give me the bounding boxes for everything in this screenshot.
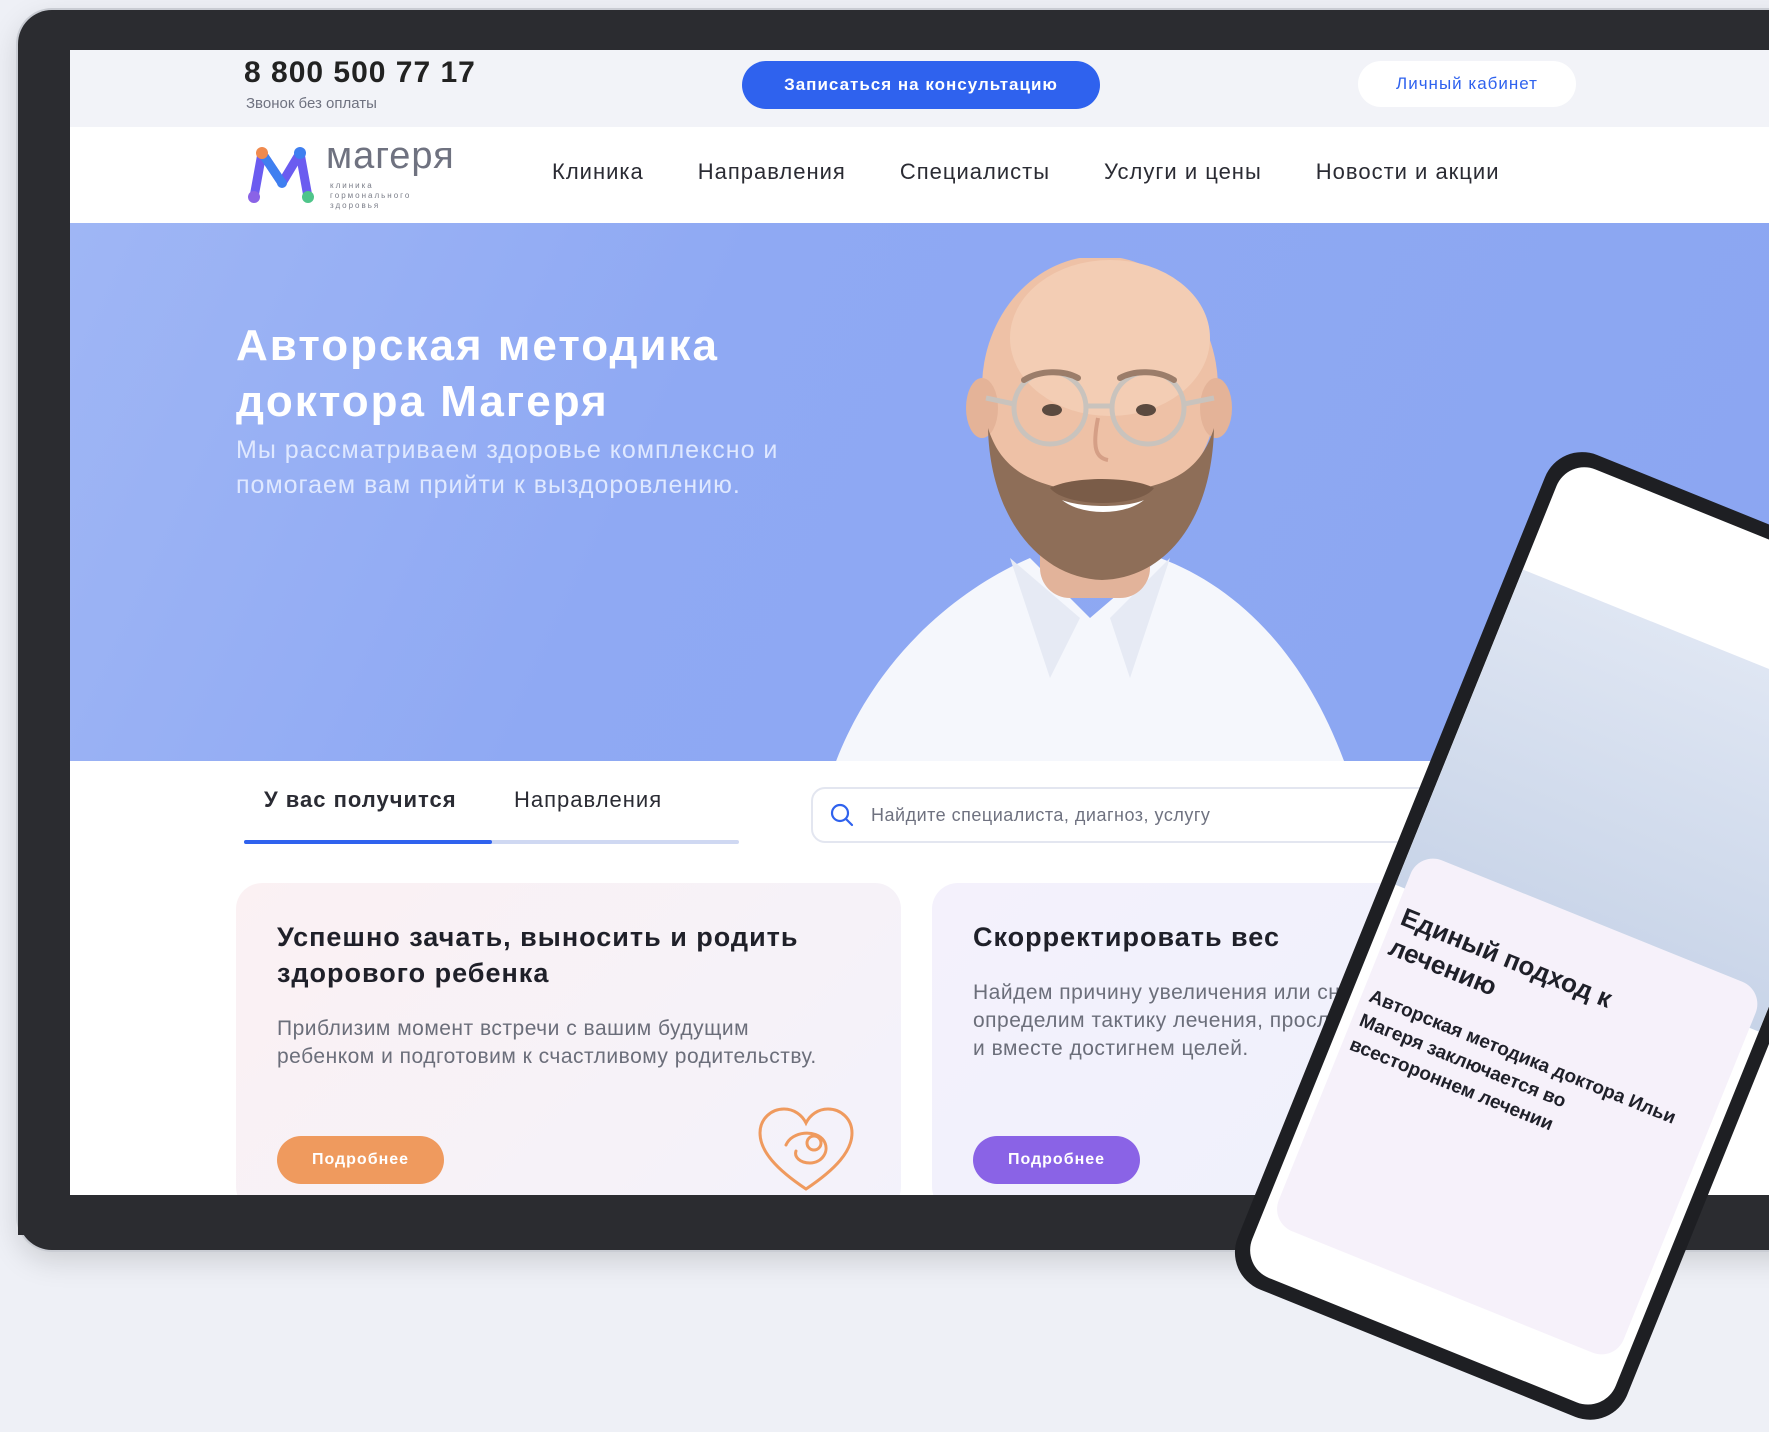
- service-card-pregnancy[interactable]: Успешно зачать, выносить и родить здоров…: [236, 883, 901, 1195]
- tab-indicator: [244, 840, 739, 844]
- content-tabs: У вас получится Направления: [244, 787, 739, 847]
- baby-heart-icon: [758, 1107, 854, 1191]
- card-description: Приблизим момент встречи с вашим будущим…: [277, 1017, 817, 1068]
- tab-directions[interactable]: Направления: [514, 787, 662, 813]
- nav-item-specialists[interactable]: Специалисты: [900, 159, 1050, 185]
- consultation-button[interactable]: Записаться на консультацию: [742, 61, 1100, 109]
- doctor-portrait: [836, 258, 1344, 761]
- more-button[interactable]: Подробнее: [277, 1136, 444, 1184]
- nav-item-news-promotions[interactable]: Новости и акции: [1316, 159, 1500, 185]
- nav-item-directions[interactable]: Направления: [698, 159, 846, 185]
- logo-wordmark: магеря: [326, 135, 455, 177]
- card-title: Успешно зачать, выносить и родить здоров…: [277, 922, 799, 988]
- top-bar: 8 800 500 77 17 Звонок без оплаты Записа…: [70, 50, 1769, 127]
- hero-description: Мы рассматриваем здоровье комплексно и п…: [236, 436, 779, 499]
- tab-you-will-succeed[interactable]: У вас получится: [264, 787, 457, 813]
- clinic-logo[interactable]: магеря клиника гормонального здоровья: [244, 135, 474, 211]
- personal-account-button[interactable]: Личный кабинет: [1358, 61, 1576, 107]
- search-icon: [830, 803, 854, 827]
- phone-number[interactable]: 8 800 500 77 17: [244, 56, 476, 90]
- hero-title: Авторская методика доктора Магеря: [236, 321, 720, 426]
- nav-item-clinic[interactable]: Клиника: [552, 159, 644, 185]
- nav-item-services-prices[interactable]: Услуги и цены: [1104, 159, 1262, 185]
- nav-menu: Клиника Направления Специалисты Услуги и…: [552, 159, 1499, 185]
- logo-m-icon: [248, 147, 314, 203]
- logo-subtitle: клиника гормонального здоровья: [330, 181, 412, 210]
- phone-note: Звонок без оплаты: [246, 95, 377, 112]
- more-button[interactable]: Подробнее: [973, 1136, 1140, 1184]
- main-navigation: магеря клиника гормонального здоровья Кл…: [70, 127, 1769, 223]
